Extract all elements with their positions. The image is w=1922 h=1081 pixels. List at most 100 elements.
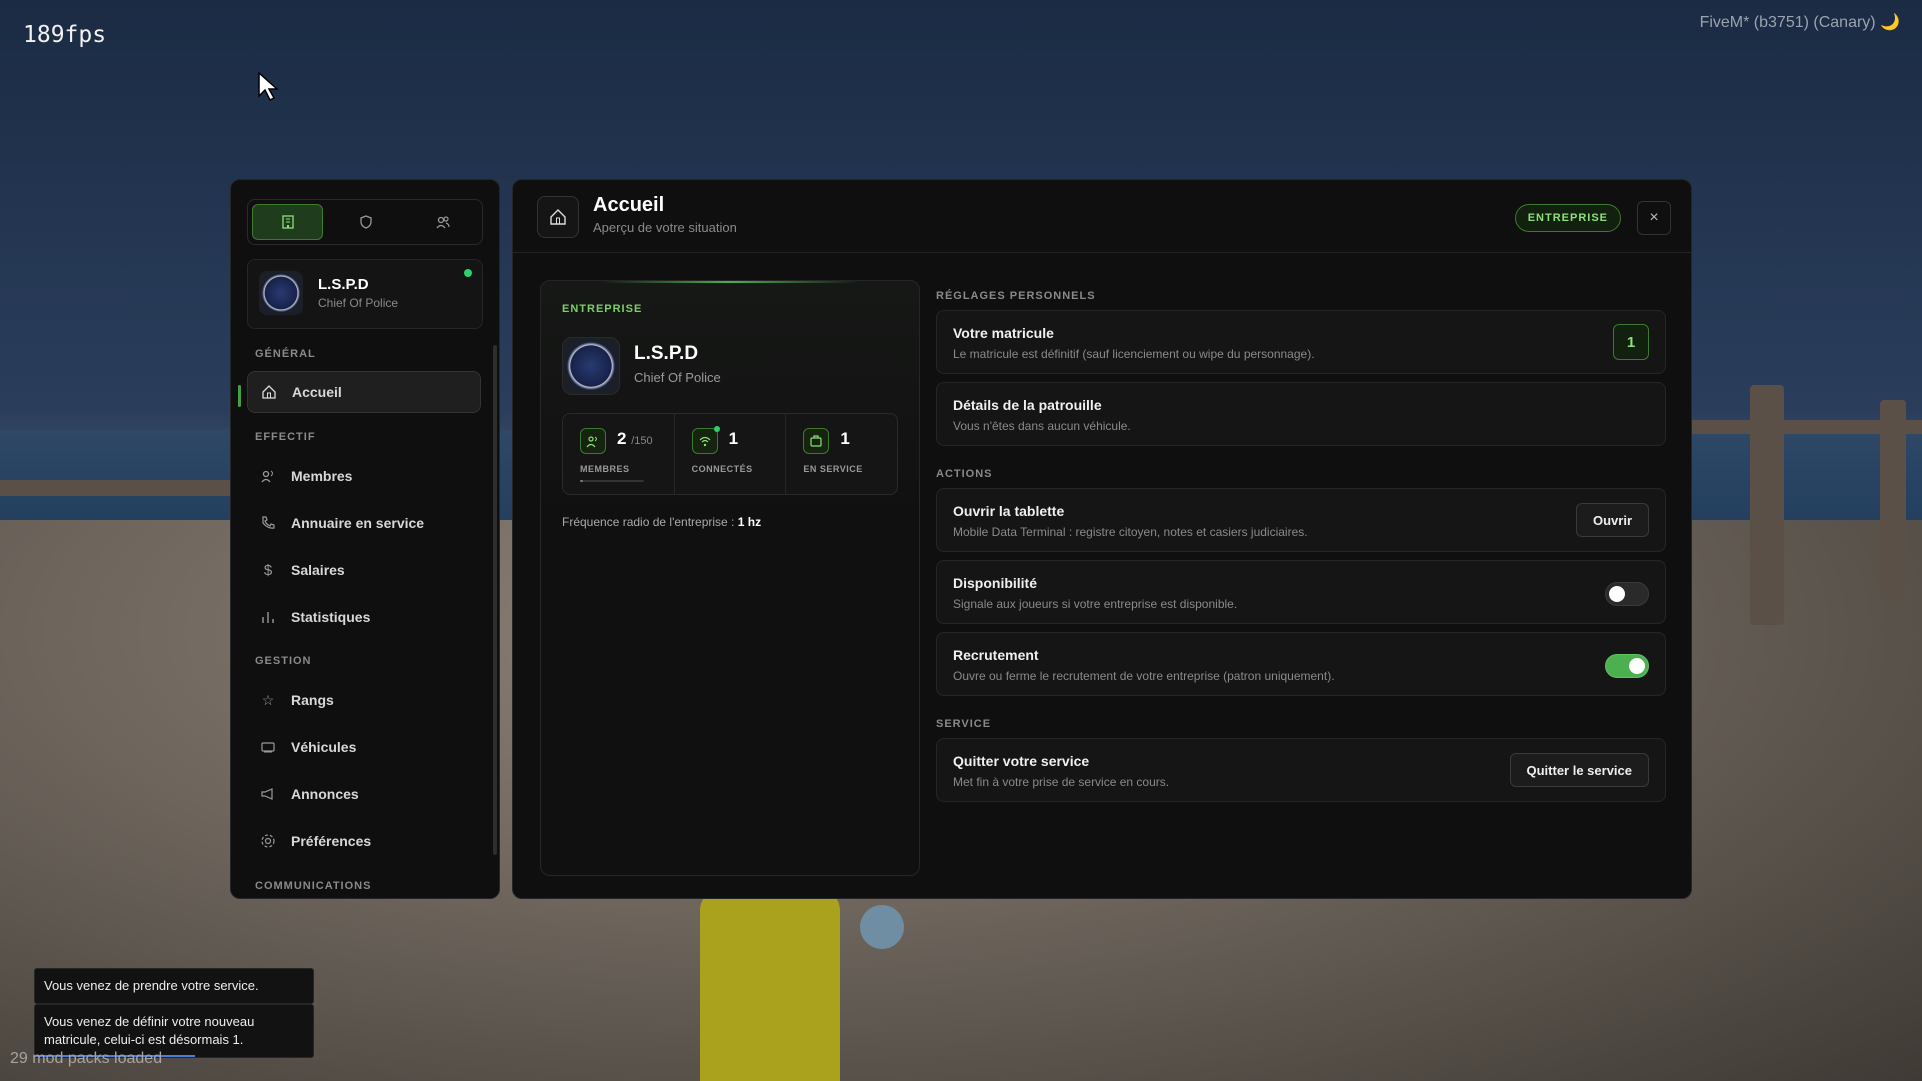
- sidebar-item-preferences[interactable]: Préférences: [247, 820, 481, 862]
- vehicle-icon: [259, 738, 277, 756]
- tablet-desc: Mobile Data Terminal : registre citoyen,…: [953, 525, 1308, 539]
- sidebar-item-label: Accueil: [292, 384, 342, 400]
- tab-faction[interactable]: [331, 204, 400, 240]
- fence-rail: [0, 480, 230, 496]
- wifi-icon: [691, 426, 720, 454]
- quit-service-button[interactable]: Quitter le service: [1509, 753, 1649, 787]
- mod-packs-status: 29 mod packs loaded: [10, 1050, 163, 1067]
- stat-service-value: 1: [840, 429, 850, 448]
- fence-post: [1750, 385, 1784, 625]
- enterprise-stats: 2 /150 MEMBRES 1 CONNECTÉS 1 EN SERVICE: [562, 413, 898, 495]
- home-icon: [260, 383, 278, 401]
- section-gestion: GESTION: [255, 655, 312, 667]
- matricule-title: Votre matricule: [953, 325, 1054, 341]
- quit-service-desc: Met fin à votre prise de service en cour…: [953, 775, 1170, 789]
- notification-text: Vous venez de définir votre nouveau matr…: [44, 1014, 255, 1047]
- gear-icon: [259, 832, 277, 850]
- bar-chart-icon: [259, 608, 277, 626]
- sidebar-item-annuaire[interactable]: Annuaire en service: [247, 502, 481, 544]
- org-logo: [259, 271, 303, 315]
- connected-dot: [713, 426, 720, 432]
- matricule-desc: Le matricule est définitif (sauf licenci…: [953, 347, 1315, 361]
- users-icon: [436, 216, 450, 229]
- toggle-knob: [1609, 586, 1625, 602]
- members-max: /150: [631, 435, 653, 447]
- sidebar-item-label: Préférences: [291, 833, 372, 849]
- users-icon: [580, 428, 606, 454]
- toggle-knob: [1629, 658, 1645, 674]
- recruitment-row: Recrutement Ouvre ou ferme le recrutemen…: [936, 632, 1666, 696]
- quit-service-title: Quitter votre service: [953, 753, 1090, 769]
- card-glow: [601, 281, 859, 283]
- matricule-value: 1: [1613, 324, 1649, 360]
- online-status-dot: [464, 269, 472, 277]
- notification-text: Vous venez de prendre votre service.: [44, 978, 259, 993]
- stat-members-value: 2 /150: [617, 429, 653, 449]
- sidebar-item-annonces[interactable]: Annonces: [247, 773, 481, 815]
- sidebar-item-label: Statistiques: [291, 609, 371, 625]
- stat-members: 2 /150 MEMBRES: [563, 414, 675, 494]
- section-personal: RÉGLAGES PERSONNELS: [936, 290, 1096, 302]
- sidebar-scrollbar[interactable]: [493, 345, 497, 855]
- fps-counter: 189fps: [23, 22, 107, 48]
- lspd-seal-icon: [567, 342, 615, 390]
- header-divider: [513, 252, 1691, 253]
- sidebar-item-label: Véhicules: [291, 739, 357, 755]
- entreprise-badge: ENTREPRISE: [1514, 204, 1621, 232]
- section-communications: COMMUNICATIONS: [255, 880, 372, 892]
- building-icon: [282, 215, 294, 229]
- recruitment-title: Recrutement: [953, 647, 1039, 663]
- close-button[interactable]: ×: [1637, 201, 1671, 235]
- build-label: FiveM* (b3751) (Canary) 🌙: [1699, 14, 1900, 31]
- sidebar-item-label: Annonces: [291, 786, 359, 802]
- users-icon: [259, 467, 277, 485]
- stat-service-label: EN SERVICE: [803, 464, 863, 474]
- phone-icon: [259, 514, 277, 532]
- availability-toggle[interactable]: [1605, 582, 1649, 606]
- mouse-cursor-icon: [258, 72, 279, 102]
- sidebar-item-label: Rangs: [291, 692, 334, 708]
- sidebar-item-accueil[interactable]: Accueil: [247, 371, 481, 413]
- page-subtitle: Aperçu de votre situation: [593, 220, 737, 235]
- fence-post: [1880, 400, 1906, 600]
- tab-groups[interactable]: [409, 204, 478, 240]
- player-character: [700, 890, 840, 1081]
- quit-service-row: Quitter votre service Met fin à votre pr…: [936, 738, 1666, 802]
- star-icon: ☆: [261, 691, 275, 708]
- matricule-row: Votre matricule Le matricule est définit…: [936, 310, 1666, 374]
- section-effectif: EFFECTIF: [255, 431, 316, 443]
- tab-entreprise[interactable]: [252, 204, 324, 240]
- enterprise-logo: [562, 337, 620, 395]
- stat-connected-value: 1: [728, 429, 739, 448]
- patrol-row: Détails de la patrouille Vous n'êtes dan…: [936, 382, 1666, 446]
- shield-icon: [360, 215, 372, 229]
- org-card[interactable]: L.S.P.D Chief Of Police: [247, 259, 483, 329]
- enterprise-card: ENTREPRISE L.S.P.D Chief Of Police 2 /15…: [540, 280, 920, 876]
- patrol-title: Détails de la patrouille: [953, 397, 1102, 413]
- stat-service: 1 EN SERVICE: [786, 414, 897, 494]
- tablet-title: Ouvrir la tablette: [953, 503, 1065, 519]
- recruitment-toggle[interactable]: [1605, 654, 1649, 678]
- sidebar-item-rangs[interactable]: ☆ Rangs: [247, 679, 481, 721]
- enterprise-label: ENTREPRISE: [562, 303, 643, 315]
- sidebar-item-label: Salaires: [291, 562, 345, 578]
- stat-connected-label: CONNECTÉS: [691, 464, 753, 474]
- stat-members-label: MEMBRES: [580, 464, 630, 474]
- sidebar-item-salaires[interactable]: $ Salaires: [247, 549, 481, 591]
- tablet-row: Ouvrir la tablette Mobile Data Terminal …: [936, 488, 1666, 552]
- section-actions: ACTIONS: [936, 468, 993, 480]
- home-icon: [537, 196, 579, 238]
- open-tablet-button[interactable]: Ouvrir: [1575, 503, 1649, 537]
- briefcase-icon: [803, 428, 830, 454]
- section-service: SERVICE: [936, 718, 992, 730]
- sidebar-item-membres[interactable]: Membres: [247, 455, 481, 497]
- sidebar-item-vehicules[interactable]: Véhicules: [247, 726, 481, 768]
- page-title: Accueil: [593, 194, 665, 216]
- radio-frequency: Fréquence radio de l'entreprise : 1 hz: [562, 515, 761, 529]
- members-progress-bar: [580, 480, 644, 482]
- org-name: L.S.P.D: [318, 276, 369, 293]
- sidebar-item-label: Membres: [291, 468, 353, 484]
- lspd-seal-icon: [262, 274, 300, 312]
- sidebar-item-statistiques[interactable]: Statistiques: [247, 596, 481, 638]
- megaphone-icon: [259, 785, 277, 803]
